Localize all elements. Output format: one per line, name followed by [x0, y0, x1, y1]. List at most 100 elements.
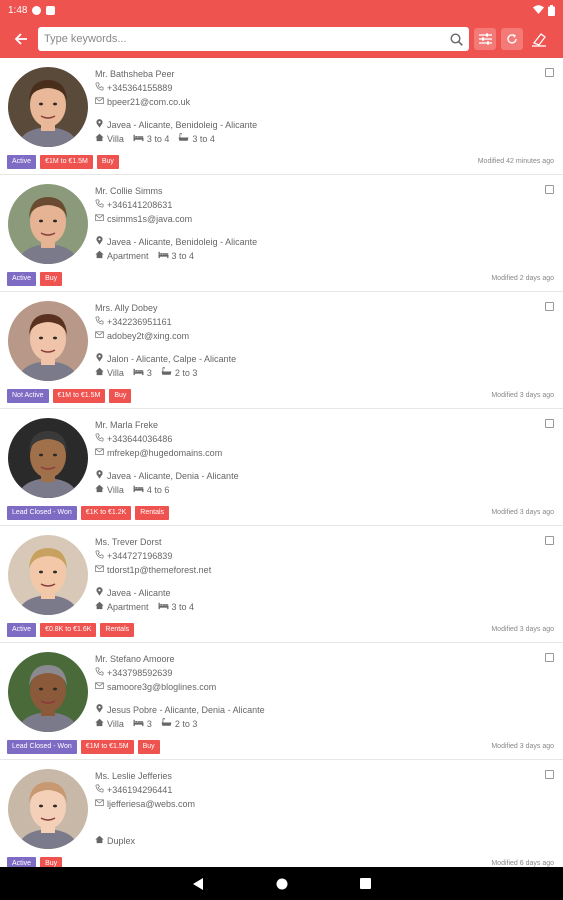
search-icon[interactable] [450, 32, 463, 46]
select-checkbox[interactable] [545, 419, 554, 428]
contact-phone: +344727196839 [95, 550, 172, 561]
status-badge: Rentals [135, 506, 170, 520]
contact-card[interactable]: Ms. Trever Dorst +344727196839 tdorst1p@th… [0, 526, 563, 643]
contact-card[interactable]: Mr. Collie Simms +346141208631 csimms1s@ja… [0, 175, 563, 292]
status-badge: €0.8K to €1.6K [40, 623, 97, 637]
select-checkbox[interactable] [545, 68, 554, 77]
modified-time: Modified 3 days ago [491, 509, 554, 516]
select-checkbox[interactable] [545, 185, 554, 194]
wifi-icon [533, 5, 544, 14]
property-type: Villa [107, 133, 124, 144]
location-pin-icon [95, 236, 104, 247]
location-pin-icon [95, 587, 104, 598]
status-badge: Lead Closed - Won [7, 506, 77, 520]
bed-icon [158, 250, 169, 261]
property-features: Villa 3 2 to 3 [95, 367, 203, 378]
search-box[interactable] [38, 27, 469, 51]
contact-name: Mr. Stefano Amoore [95, 654, 175, 664]
avatar [8, 184, 88, 264]
property-type: Apartment [107, 250, 149, 261]
bed-icon [158, 601, 169, 612]
contact-name: Ms. Trever Dorst [95, 537, 162, 547]
home-icon [95, 133, 104, 144]
contact-phone: +346194296441 [95, 784, 172, 795]
status-badge: Buy [40, 857, 63, 867]
notification-icon [32, 5, 42, 15]
status-bar: 1:48 [0, 0, 563, 20]
phone-icon [95, 550, 104, 561]
location-pin-icon [95, 470, 104, 481]
tag-row: Lead Closed - Won €1M to €1.5M Buy [7, 740, 160, 754]
phone-icon [95, 433, 104, 444]
contact-name: Mr. Collie Simms [95, 186, 163, 196]
contact-name: Mrs. Ally Dobey [95, 303, 158, 313]
clear-button[interactable] [528, 28, 550, 50]
contact-location: Javea - Alicante [95, 587, 171, 598]
search-input[interactable] [44, 33, 450, 45]
bedrooms: 3 to 4 [171, 601, 195, 612]
status-badge: Buy [40, 272, 63, 286]
contact-location: Javea - Alicante, Benidoleig - Alicante [95, 119, 257, 130]
home-icon [95, 367, 104, 378]
contact-location: Jalon - Alicante, Calpe - Alicante [95, 353, 236, 364]
modified-time: Modified 42 minutes ago [477, 158, 554, 165]
nav-recents-icon[interactable] [359, 878, 371, 889]
contact-phone: +345364155889 [95, 82, 172, 93]
filter-button[interactable] [474, 28, 496, 50]
arrow-back-icon [14, 33, 27, 45]
contact-phone: +342236951161 [95, 316, 172, 327]
property-type: Duplex [107, 835, 136, 846]
status-badge: Active [7, 857, 37, 867]
property-features: Villa 3 to 4 3 to 4 [95, 133, 221, 144]
select-checkbox[interactable] [545, 770, 554, 779]
refresh-icon [507, 34, 517, 44]
contact-phone: +343798592639 [95, 667, 172, 678]
contact-card[interactable]: Mrs. Ally Dobey +342236951161 adobey2t@xin… [0, 292, 563, 409]
tag-row: Lead Closed - Won €1K to €1.2K Rentals [7, 506, 170, 520]
status-badge: Lead Closed - Won [7, 740, 77, 754]
nav-home-icon[interactable] [276, 878, 288, 890]
property-features: Villa 3 2 to 3 [95, 718, 203, 729]
sliders-icon [478, 33, 492, 45]
contact-card[interactable]: Mr. Stefano Amoore +343798592639 samoore3g… [0, 643, 563, 760]
bed-icon [133, 133, 144, 144]
bathrooms: 2 to 3 [174, 367, 198, 378]
modified-time: Modified 6 days ago [491, 860, 554, 867]
select-checkbox[interactable] [545, 302, 554, 311]
email-icon [95, 564, 104, 575]
tag-row: Not Active €1M to €1.5M Buy [7, 389, 132, 403]
phone-icon [95, 316, 104, 327]
back-button[interactable] [8, 26, 34, 52]
property-type: Villa [107, 718, 124, 729]
notification-icon [46, 5, 56, 15]
contact-card[interactable]: Ms. Leslie Jefferies +346194296441 ljeffer… [0, 760, 563, 867]
select-checkbox[interactable] [545, 653, 554, 662]
phone-icon [95, 667, 104, 678]
email-icon [95, 96, 104, 107]
avatar [8, 652, 88, 732]
status-badge: Buy [96, 155, 119, 169]
email-icon [95, 213, 104, 224]
bathrooms: 3 to 4 [192, 133, 215, 144]
contact-card[interactable]: Mr. Marla Freke +343644036486 mfrekep@huge… [0, 409, 563, 526]
tag-row: Active €0.8K to €1.6K Rentals [7, 623, 135, 637]
status-time: 1:48 [8, 4, 28, 16]
bedrooms: 3 to 4 [171, 250, 195, 261]
eraser-icon [532, 32, 546, 47]
refresh-button[interactable] [501, 28, 523, 50]
contact-email: ljefferiesa@webs.com [95, 798, 195, 809]
bath-icon [161, 718, 172, 729]
email-icon [95, 798, 104, 809]
nav-back-icon[interactable] [192, 877, 204, 890]
bed-icon [133, 484, 144, 495]
home-icon [95, 718, 104, 729]
status-badge: €1M to €1.5M [52, 389, 106, 403]
select-checkbox[interactable] [545, 536, 554, 545]
contact-phone: +343644036486 [95, 433, 172, 444]
contact-location: Jesus Pobre - Alicante, Denia - Alicante [95, 704, 265, 715]
contact-card[interactable]: Mr. Bathsheba Peer +345364155889 bpeer21@c… [0, 58, 563, 175]
property-features: Duplex [95, 835, 141, 846]
bedrooms: 3 [146, 367, 152, 378]
email-icon [95, 330, 104, 341]
modified-time: Modified 3 days ago [491, 392, 554, 399]
